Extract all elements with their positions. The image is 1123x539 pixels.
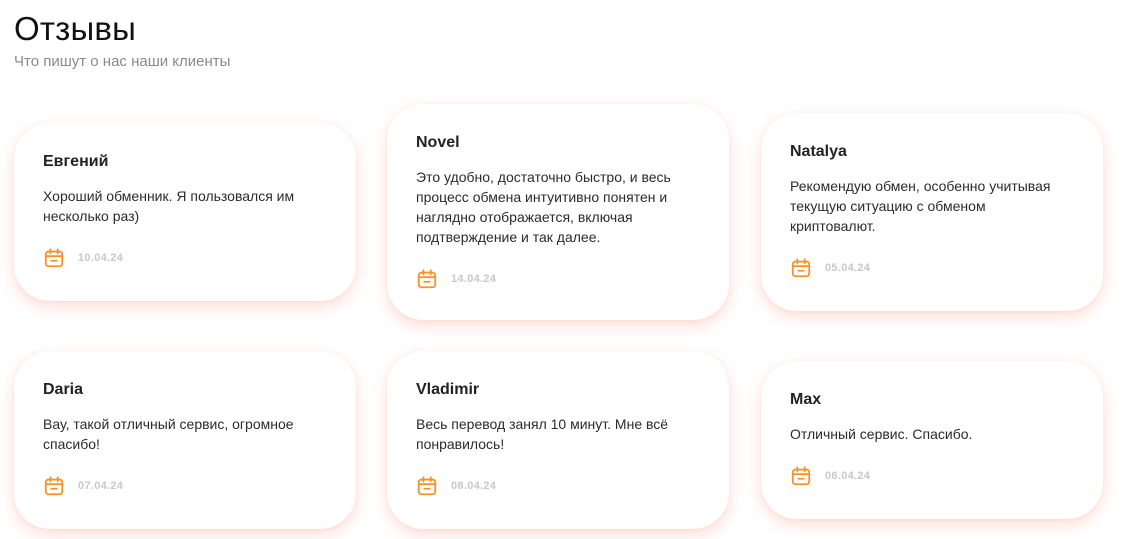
review-date: 14.04.24 xyxy=(451,273,497,285)
review-card: Евгений Хороший обменник. Я пользовался … xyxy=(14,123,356,301)
calendar-icon xyxy=(417,269,437,289)
review-date: 07.04.24 xyxy=(78,480,124,492)
review-text: Это удобно, достаточно быстро, и весь пр… xyxy=(416,169,671,245)
review-text: Отличный сервис. Спасибо. xyxy=(790,426,973,442)
review-date-row: 07.04.24 xyxy=(43,475,327,497)
review-text: Рекомендую обмен, особенно учитывая теку… xyxy=(790,178,1051,234)
review-date: 10.04.24 xyxy=(78,252,124,264)
calendar-icon xyxy=(44,248,64,268)
review-date-row: 08.04.24 xyxy=(416,475,700,497)
calendar-icon xyxy=(417,476,437,496)
review-date-row: 10.04.24 xyxy=(43,247,327,269)
reviewer-name: Natalya xyxy=(790,143,847,160)
page-title: Отзывы xyxy=(14,10,137,47)
review-card: Vladimir Весь перевод занял 10 минут. Мн… xyxy=(387,351,729,529)
review-date-row: 05.04.24 xyxy=(790,257,1074,279)
page-subtitle: Что пишут о нас наши клиенты xyxy=(14,53,231,70)
review-text: Весь перевод занял 10 минут. Мне всё пон… xyxy=(416,416,669,452)
reviewer-name: Novel xyxy=(416,134,460,151)
reviewer-name: Daria xyxy=(43,381,84,398)
review-date: 06.04.24 xyxy=(825,470,871,482)
reviewer-name: Vladimir xyxy=(416,381,480,398)
review-date: 05.04.24 xyxy=(825,262,871,274)
reviewer-name: Max xyxy=(790,391,822,408)
review-text: Вау, такой отличный сервис, огромное спа… xyxy=(43,416,294,452)
review-text: Хороший обменник. Я пользовался им неско… xyxy=(43,188,295,224)
review-card: Novel Это удобно, достаточно быстро, и в… xyxy=(387,104,729,320)
calendar-icon xyxy=(791,258,811,278)
calendar-icon xyxy=(44,476,64,496)
review-date-row: 14.04.24 xyxy=(416,268,700,290)
review-card: Max Отличный сервис. Спасибо. 06.04.24 xyxy=(761,361,1103,519)
review-date: 08.04.24 xyxy=(451,480,497,492)
review-card: Natalya Рекомендую обмен, особенно учиты… xyxy=(761,113,1103,311)
calendar-icon xyxy=(791,466,811,486)
reviewer-name: Евгений xyxy=(43,153,109,170)
reviews-section: Отзывы Что пишут о нас наши клиенты Евге… xyxy=(0,0,1123,539)
review-card: Daria Вау, такой отличный сервис, огромн… xyxy=(14,351,356,529)
review-date-row: 06.04.24 xyxy=(790,465,1074,487)
